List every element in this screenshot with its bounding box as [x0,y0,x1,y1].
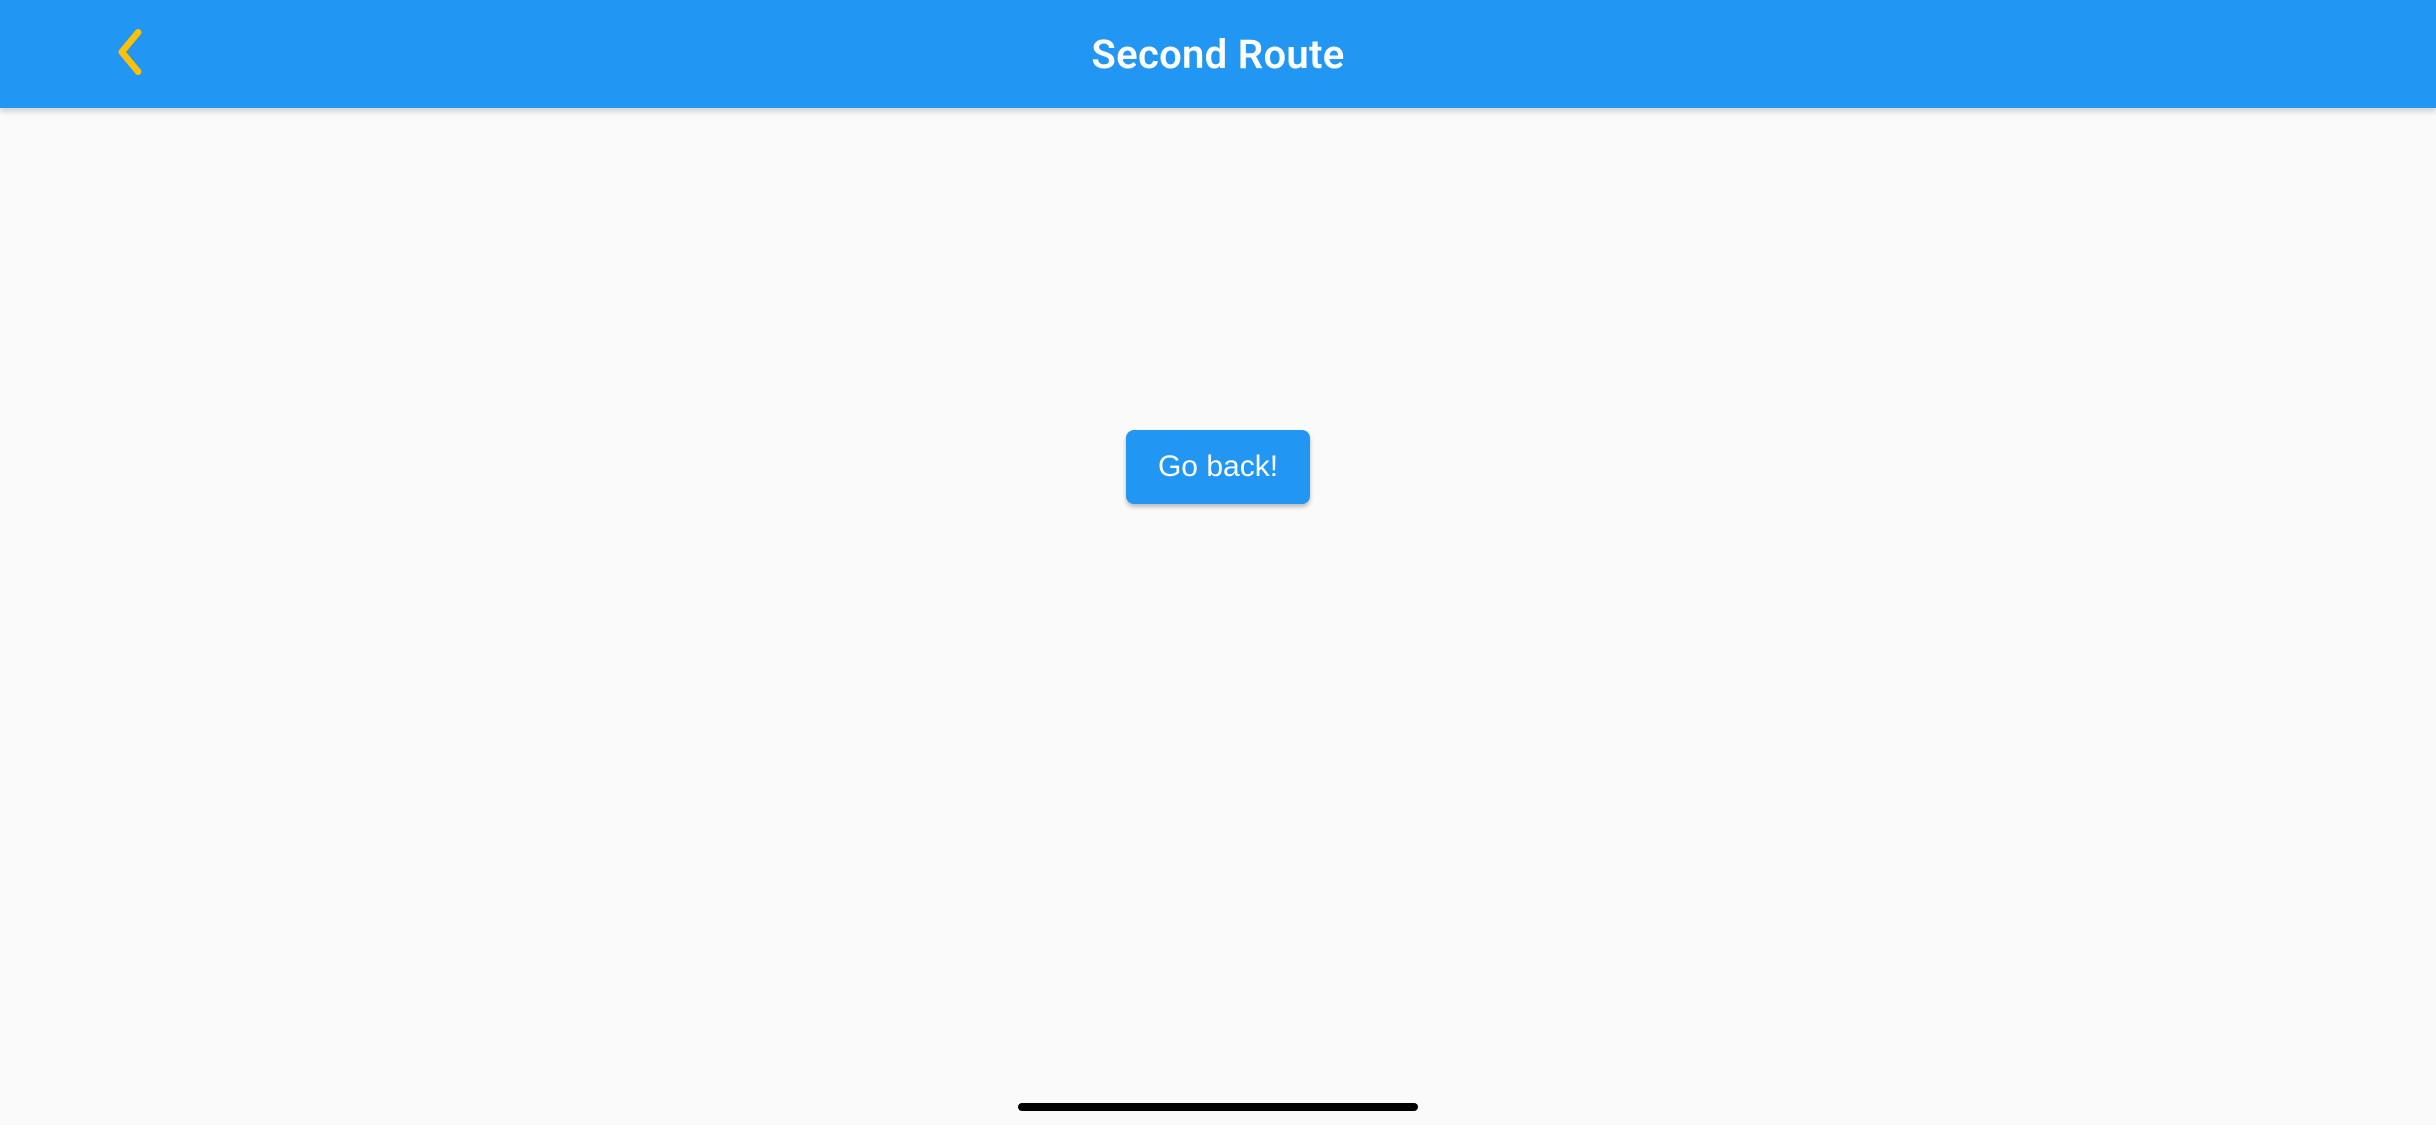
app-bar: Second Route [0,0,2436,108]
home-indicator[interactable] [1018,1103,1418,1111]
chevron-left-icon [116,29,144,79]
page-title: Second Route [1091,31,1344,78]
go-back-button[interactable]: Go back! [1126,430,1310,504]
body-content: Go back! [0,108,2436,1125]
back-button[interactable] [105,29,155,79]
